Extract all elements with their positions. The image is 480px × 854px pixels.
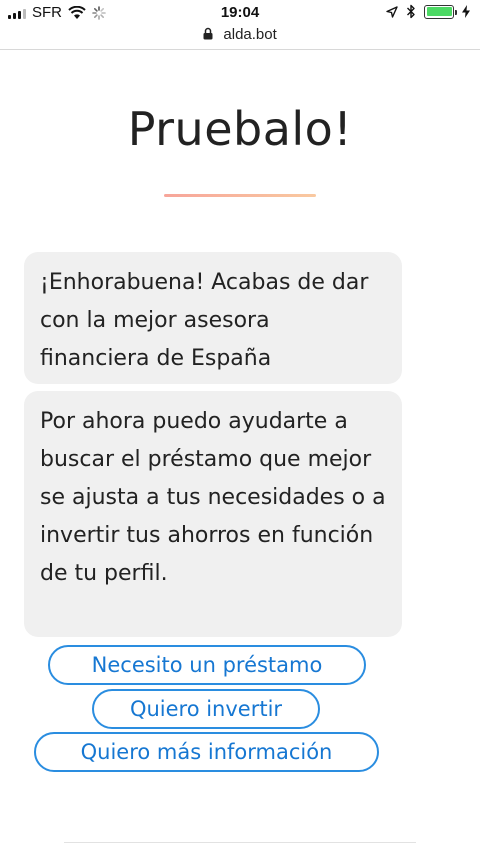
title-underline	[164, 194, 316, 197]
charging-icon	[462, 5, 470, 18]
option-label: Quiero más información	[80, 740, 333, 764]
option-more-info-button[interactable]: Quiero más información	[34, 732, 379, 772]
bot-message: Por ahora puedo ayudarte a buscar el pré…	[24, 391, 402, 637]
option-need-loan-button[interactable]: Necesito un préstamo	[48, 645, 366, 685]
option-invest-button[interactable]: Quiero invertir	[92, 689, 320, 729]
page-title: Pruebalo!	[127, 102, 353, 156]
option-label: Quiero invertir	[129, 697, 283, 721]
bot-message-text: Por ahora puedo ayudarte a buscar el pré…	[40, 409, 386, 586]
battery-icon	[424, 4, 457, 19]
url-text: alda.bot	[223, 26, 277, 43]
option-label: Necesito un préstamo	[91, 653, 323, 677]
bluetooth-icon	[407, 4, 415, 19]
status-bar: SFR 19:04	[0, 0, 480, 26]
bot-message-text: ¡Enhorabuena! Acabas de dar con la mejor…	[40, 270, 369, 371]
location-icon	[386, 5, 398, 18]
browser-url-bar[interactable]: alda.bot	[0, 26, 480, 50]
lock-icon	[203, 27, 213, 40]
status-right	[386, 4, 470, 19]
bot-message: ¡Enhorabuena! Acabas de dar con la mejor…	[24, 252, 402, 384]
divider	[64, 842, 416, 843]
